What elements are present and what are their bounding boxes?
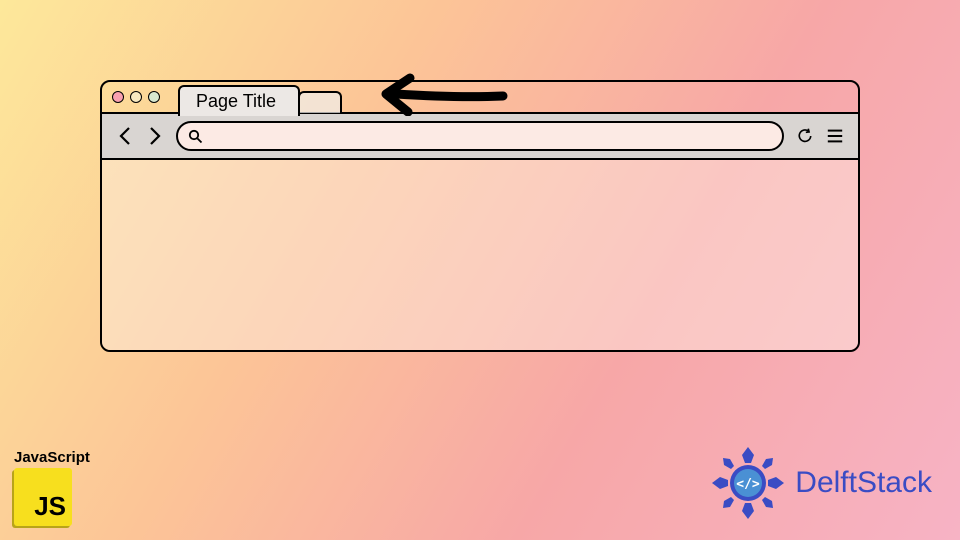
javascript-logo: JavaScript JS bbox=[14, 449, 90, 526]
javascript-badge: JS bbox=[14, 468, 72, 526]
annotation-arrow-icon bbox=[378, 70, 508, 116]
browser-toolbar bbox=[102, 112, 858, 160]
back-button[interactable] bbox=[116, 124, 134, 148]
svg-text:</>: </> bbox=[737, 477, 761, 492]
browser-tab-active[interactable]: Page Title bbox=[178, 85, 300, 116]
brand-logo: </> DelftStack bbox=[709, 444, 932, 522]
browser-content-area bbox=[102, 160, 858, 350]
brand-mandala-icon: </> bbox=[709, 444, 787, 522]
chevron-right-icon bbox=[148, 126, 162, 146]
minimize-window-button[interactable] bbox=[130, 91, 142, 103]
javascript-label: JavaScript bbox=[14, 449, 90, 466]
hamburger-menu-icon bbox=[826, 127, 844, 145]
refresh-icon bbox=[796, 125, 814, 147]
search-icon bbox=[188, 129, 203, 144]
javascript-badge-text: JS bbox=[34, 491, 66, 522]
address-bar[interactable] bbox=[176, 121, 784, 151]
browser-tab-inactive[interactable] bbox=[298, 91, 342, 113]
window-controls bbox=[112, 91, 160, 103]
close-window-button[interactable] bbox=[112, 91, 124, 103]
menu-button[interactable] bbox=[826, 124, 844, 148]
maximize-window-button[interactable] bbox=[148, 91, 160, 103]
brand-name: DelftStack bbox=[795, 466, 932, 500]
refresh-button[interactable] bbox=[796, 124, 814, 148]
browser-window: Page Title bbox=[100, 80, 860, 352]
chevron-left-icon bbox=[118, 126, 132, 146]
tab-title: Page Title bbox=[196, 91, 276, 111]
forward-button[interactable] bbox=[146, 124, 164, 148]
